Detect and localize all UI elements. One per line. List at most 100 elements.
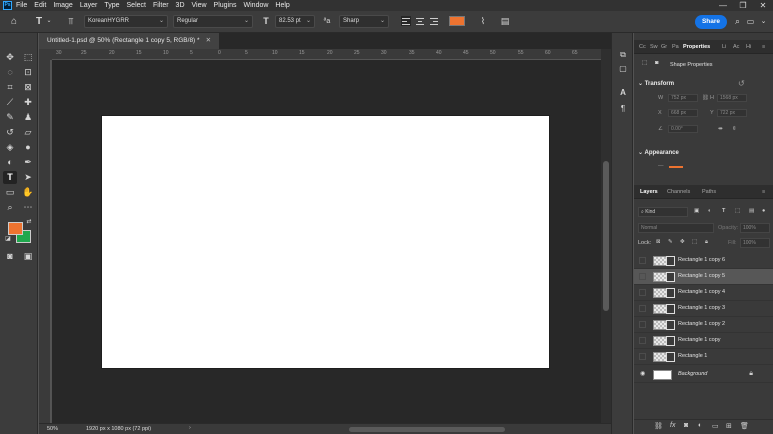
blend-mode-select[interactable]: Normal — [638, 223, 714, 233]
layer-row-selected[interactable]: Rectangle 1 copy 5 — [634, 269, 773, 285]
type-tool-icon[interactable]: T — [32, 15, 46, 28]
pen-tool-icon[interactable]: ✒ — [21, 156, 35, 169]
workspace-icon[interactable]: ▭ — [745, 15, 756, 28]
shape-y-field[interactable]: 722 px — [717, 109, 747, 117]
new-layer-icon[interactable]: ⊞ — [726, 422, 732, 430]
search-icon[interactable]: ⌕ — [732, 15, 743, 28]
tab-gradients[interactable]: Gr — [661, 40, 667, 54]
menu-plugins[interactable]: Plugins — [214, 2, 237, 9]
visibility-toggle[interactable] — [639, 273, 646, 280]
eraser-tool-icon[interactable]: ▱ — [21, 126, 35, 139]
dodge-tool-icon[interactable]: ◐ — [3, 156, 17, 169]
filter-shape-icon[interactable]: ⬚ — [735, 208, 740, 214]
swap-colors-icon[interactable]: ⇄ — [24, 218, 34, 226]
align-right-button[interactable] — [429, 16, 439, 26]
tab-patterns[interactable]: Pa — [672, 40, 679, 54]
healing-brush-tool-icon[interactable]: ✚ — [21, 96, 35, 109]
paint-bucket-tool-icon[interactable]: ◈ — [3, 141, 17, 154]
warp-text-icon[interactable]: ⌇ — [476, 15, 490, 28]
reset-transform-icon[interactable]: ↺ — [738, 79, 745, 88]
visibility-toggle[interactable] — [639, 305, 646, 312]
close-icon[interactable]: ✕ — [206, 37, 211, 44]
rectangle-tool-icon[interactable]: ▭ — [3, 186, 17, 199]
visibility-toggle[interactable] — [639, 353, 646, 360]
comments-panel-icon[interactable]: ▢ — [617, 63, 629, 75]
history-panel-icon[interactable]: ⧉ — [617, 49, 629, 61]
clone-stamp-tool-icon[interactable]: ♟ — [21, 111, 35, 124]
status-menu-chevron-icon[interactable]: › — [189, 425, 191, 431]
filter-pixel-icon[interactable]: ▣ — [694, 208, 699, 214]
tab-swatches[interactable]: Sw — [650, 40, 658, 54]
workspace-chevron-icon[interactable]: ⌄ — [758, 15, 769, 28]
artboard-tool-icon[interactable]: ⬚ — [21, 51, 35, 64]
tab-libraries[interactable]: Li — [722, 40, 726, 54]
minimize-button[interactable]: — — [713, 0, 733, 11]
menu-filter[interactable]: Filter — [153, 2, 169, 9]
opacity-field[interactable]: 100% — [740, 223, 770, 233]
font-style-select[interactable]: Regular ⌄ — [173, 15, 253, 28]
menu-view[interactable]: View — [192, 2, 207, 9]
quick-mask-icon[interactable]: ◙ — [3, 250, 17, 263]
layer-row[interactable]: Rectangle 1 copy 3 — [634, 301, 773, 317]
character-panel-icon[interactable]: ▤ — [498, 15, 512, 28]
filter-type-icon[interactable]: T — [722, 208, 725, 214]
shape-angle-field[interactable]: 0.00° — [668, 125, 698, 133]
panel-menu-icon[interactable]: ≡ — [762, 40, 765, 54]
layer-row-background[interactable]: ◉ Background 🔒︎ — [634, 367, 773, 383]
menu-edit[interactable]: Edit — [34, 2, 46, 9]
lock-transparent-icon[interactable]: ⊠ — [656, 239, 661, 245]
document-canvas[interactable] — [102, 116, 549, 368]
lock-position-icon[interactable]: ✥ — [680, 239, 685, 245]
transform-section-header[interactable]: ⌄ Transform — [638, 80, 674, 87]
shape-width-field[interactable]: 752 px — [668, 94, 698, 102]
menu-3d[interactable]: 3D — [176, 2, 185, 9]
foreground-color-swatch[interactable] — [8, 222, 23, 235]
close-window-button[interactable]: ✕ — [753, 0, 773, 11]
object-select-tool-icon[interactable]: ⊡ — [21, 66, 35, 79]
link-layers-icon[interactable]: ⛓ — [654, 422, 663, 430]
layer-filter-select[interactable]: ⌕ Kind — [638, 207, 688, 217]
filter-adjustment-icon[interactable]: ◐ — [708, 208, 711, 214]
filter-toggle-icon[interactable]: ● — [762, 208, 765, 214]
lock-artboard-icon[interactable]: ⬚ — [692, 239, 697, 245]
screen-mode-icon[interactable]: ▣ — [21, 250, 35, 263]
eye-icon[interactable]: ◉ — [640, 371, 647, 378]
tab-properties[interactable]: Properties — [683, 40, 710, 54]
tab-libraries-cc[interactable]: Cc — [639, 40, 646, 54]
menu-image[interactable]: Image — [53, 2, 72, 9]
tab-history[interactable]: Hi — [746, 40, 751, 54]
tab-layers[interactable]: Layers — [640, 185, 658, 199]
lock-all-icon[interactable]: 🔒︎ — [705, 239, 708, 246]
paragraph-panel-icon[interactable]: ¶ — [617, 103, 629, 115]
layer-row[interactable]: Rectangle 1 copy 2 — [634, 317, 773, 333]
scrollbar-thumb[interactable] — [603, 161, 609, 311]
vertical-scrollbar[interactable] — [601, 49, 611, 423]
flip-horizontal-icon[interactable]: ⇹ — [718, 126, 723, 132]
home-icon[interactable]: ⌂ — [7, 15, 21, 28]
crop-tool-icon[interactable]: ⌗ — [3, 81, 17, 94]
blur-tool-icon[interactable]: ● — [21, 141, 35, 154]
lock-image-icon[interactable]: ✎ — [668, 239, 673, 245]
shape-x-field[interactable]: 668 px — [668, 109, 698, 117]
eyedropper-tool-icon[interactable]: ⟋ — [3, 96, 17, 109]
horizontal-ruler[interactable]: 30 25 20 15 10 5 0 5 10 15 20 25 30 35 4… — [52, 49, 601, 60]
layer-style-icon[interactable]: fx — [670, 422, 675, 429]
vertical-ruler[interactable] — [39, 60, 51, 423]
menu-window[interactable]: Window — [244, 2, 269, 9]
layer-row[interactable]: Rectangle 1 copy 4 — [634, 285, 773, 301]
visibility-toggle[interactable] — [639, 257, 646, 264]
filter-smart-object-icon[interactable]: ▤ — [749, 208, 754, 214]
frame-tool-icon[interactable]: ⊠ — [21, 81, 35, 94]
visibility-toggle[interactable] — [639, 337, 646, 344]
default-colors-icon[interactable]: ◪ — [4, 235, 12, 243]
tab-actions[interactable]: Ac — [733, 40, 739, 54]
toggle-text-orientation-icon[interactable]: ⫪ — [64, 15, 78, 28]
appearance-section-header[interactable]: ⌄ Appearance — [638, 149, 679, 156]
antialias-select[interactable]: Sharp ⌄ — [339, 15, 389, 28]
lasso-tool-icon[interactable]: ◌ — [3, 66, 17, 79]
align-left-button[interactable] — [401, 16, 411, 26]
tab-channels[interactable]: Channels — [667, 185, 690, 199]
visibility-toggle[interactable] — [639, 289, 646, 296]
hand-tool-icon[interactable]: ✋ — [21, 186, 35, 199]
document-tab[interactable]: Untitled-1.psd @ 50% (Rectangle 1 copy 5… — [39, 33, 220, 49]
